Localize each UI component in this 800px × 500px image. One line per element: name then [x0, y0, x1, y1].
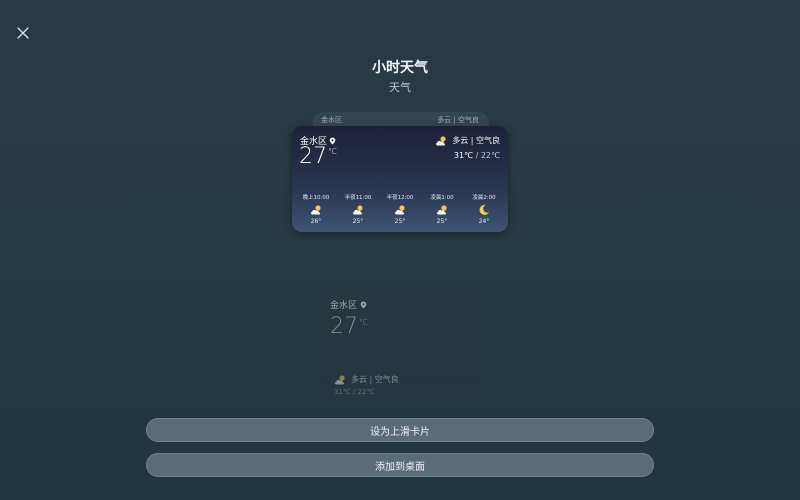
preview-location-name: 金水区 [330, 301, 358, 311]
close-icon [17, 27, 29, 39]
low-temp: 22℃ [480, 151, 500, 160]
hour-label: 半夜12:00 [386, 195, 414, 201]
preview-temperature-value: 27 [330, 314, 358, 339]
hour-temp: 25° [436, 218, 448, 225]
widget-condition: 多云 | 空气良 [435, 135, 500, 146]
cloudy-night-icon [310, 205, 321, 215]
hourly-weather-widget[interactable]: 金水区 27 ℃ 多云 | 空气良 31℃ / 22℃ 晚上10:00 26° … [292, 126, 508, 232]
cloudy-night-icon [352, 205, 363, 215]
hour-temp: 25° [394, 218, 406, 225]
cloudy-night-icon [335, 374, 345, 384]
hour-item: 半夜11:00 25° [338, 193, 378, 225]
current-temperature: 27 ℃ [299, 144, 337, 169]
hour-item: 凌晨2:00 24° [464, 193, 504, 225]
preview-condition: 多云 | 空气良 [334, 374, 399, 385]
hour-temp: 25° [352, 218, 364, 225]
high-temp: 31℃ [453, 151, 474, 160]
location-pin-icon [360, 301, 367, 309]
peek-condition: 多云 | 空气良 [437, 116, 479, 124]
page-title: 小时天气 [372, 60, 428, 76]
cloudy-night-icon [436, 205, 447, 215]
moon-icon [479, 204, 489, 215]
hourly-forecast: 晚上10:00 26° 半夜11:00 25° 半夜12:00 25° 凌晨1:… [296, 193, 504, 225]
hour-label: 晚上10:00 [302, 195, 330, 201]
preview-condition-text: 多云 | 空气良 [351, 375, 399, 384]
hour-label: 凌晨1:00 [430, 195, 454, 201]
set-swipe-card-button[interactable]: 设为上滑卡片 [146, 418, 654, 442]
range-separator: / [475, 151, 479, 160]
hour-label: 凌晨2:00 [472, 195, 496, 201]
hour-label: 半夜11:00 [344, 195, 372, 201]
temperature-range: 31℃ / 22℃ [454, 151, 500, 160]
page-subtitle: 天气 [389, 81, 411, 94]
cloudy-night-icon [394, 205, 405, 215]
preview-location: 金水区 [330, 298, 367, 311]
condition-text: 多云 | 空气良 [452, 136, 500, 145]
hour-temp: 24° [478, 218, 490, 225]
add-to-desktop-button[interactable]: 添加到桌面 [146, 453, 654, 477]
hour-item: 晚上10:00 26° [296, 193, 336, 225]
widget-preview-faded: 金水区 27 ℃ 多云 | 空气良 31℃ / 22℃ [320, 288, 480, 398]
temperature-unit: ℃ [328, 147, 337, 156]
cloudy-night-icon [436, 135, 446, 145]
hour-temp: 26° [310, 218, 322, 225]
hour-item: 凌晨1:00 25° [422, 193, 462, 225]
preview-range: 31℃ / 22℃ [334, 388, 375, 396]
preview-temperature-unit: ℃ [359, 318, 368, 327]
peek-location: 金水区 [321, 116, 342, 124]
close-button[interactable] [12, 22, 34, 44]
temperature-value: 27 [299, 144, 327, 169]
preview-temperature: 27 ℃ [330, 314, 368, 339]
hour-item: 半夜12:00 25° [380, 193, 420, 225]
